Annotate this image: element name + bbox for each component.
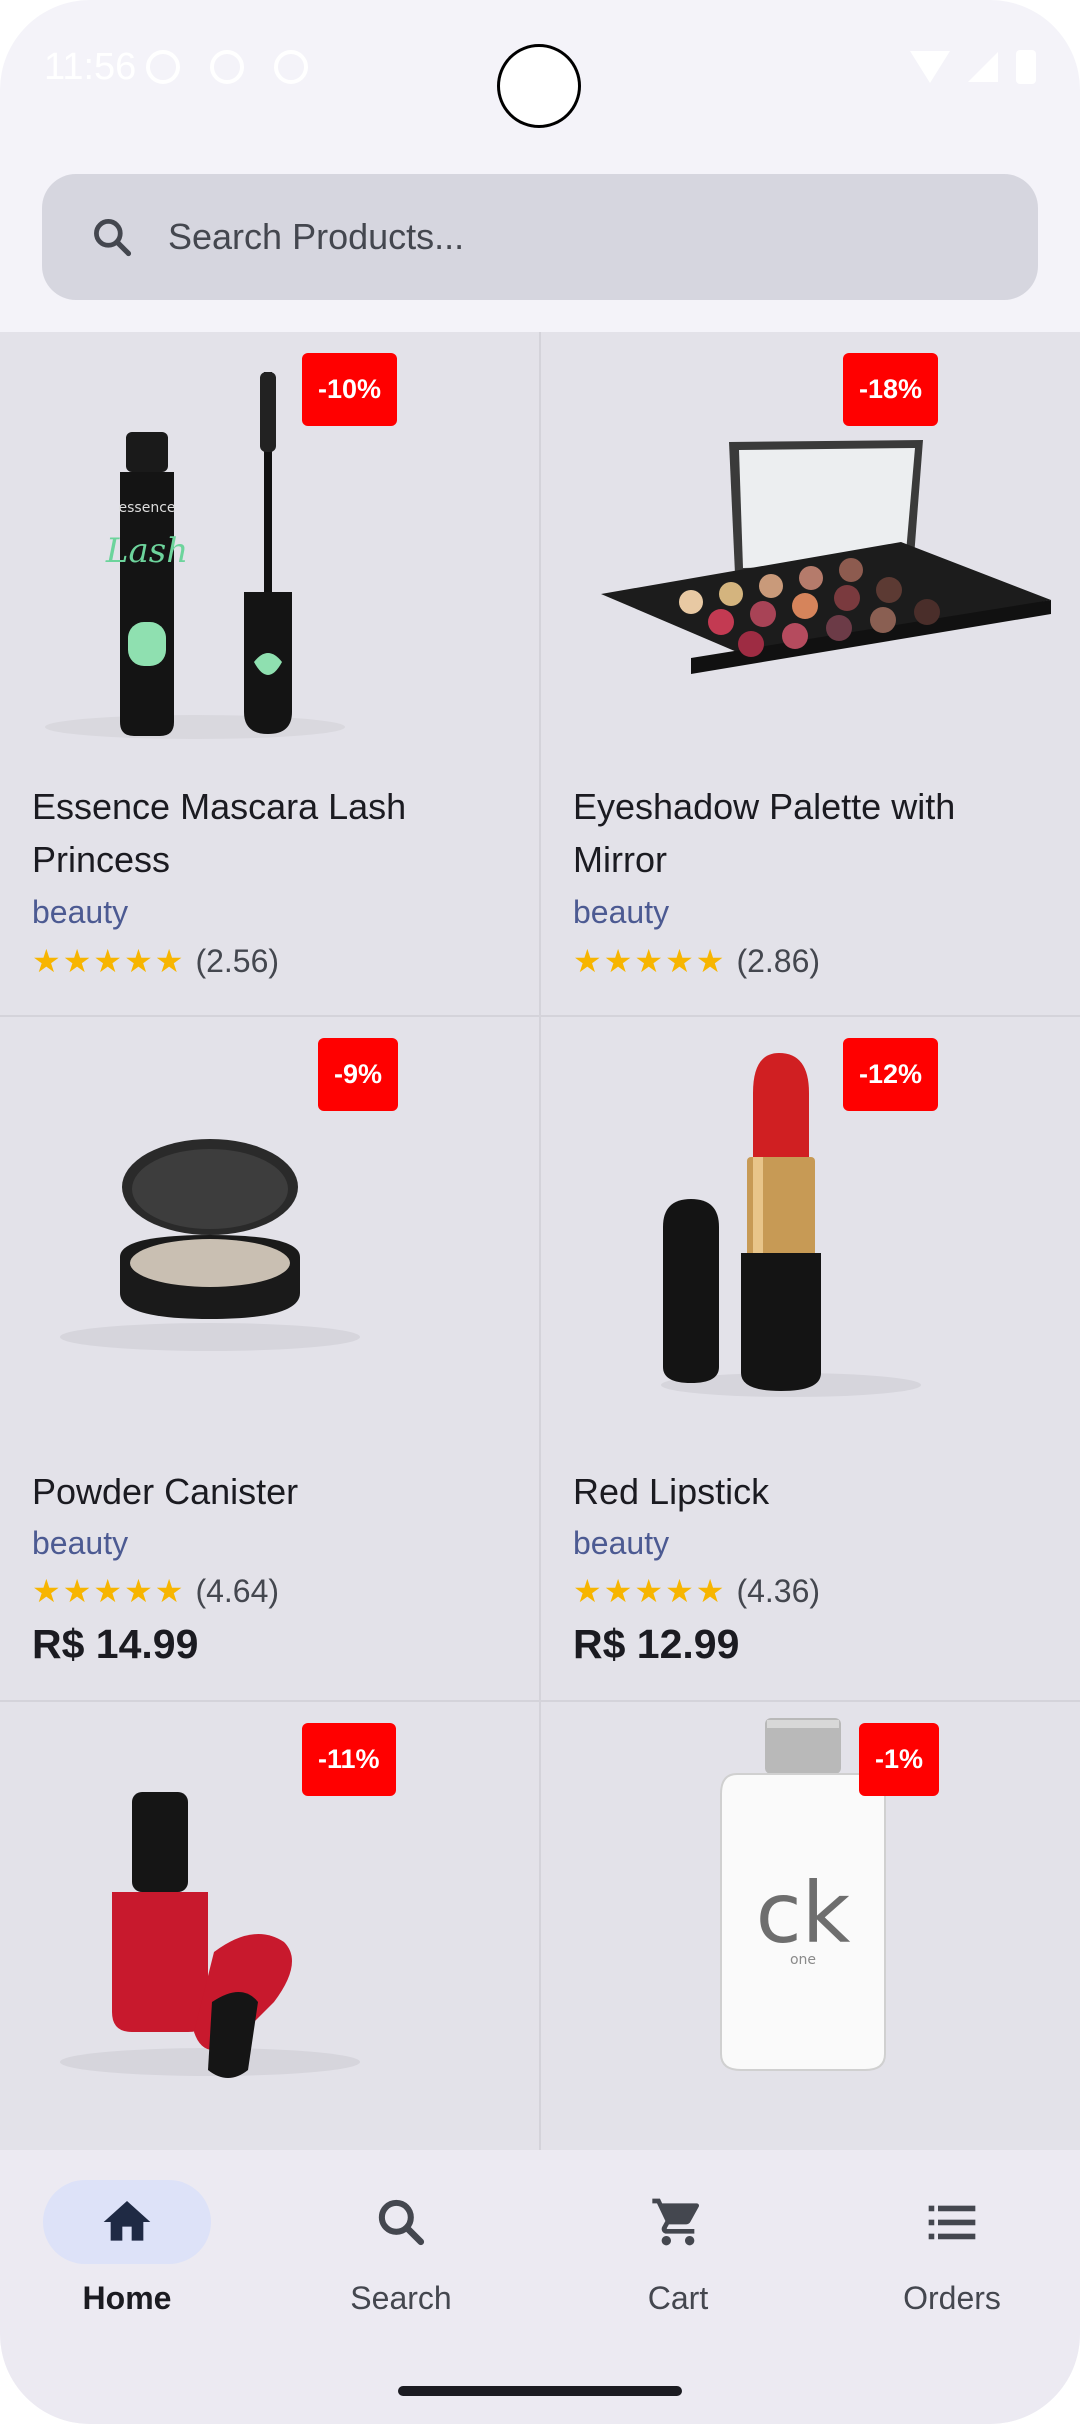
rating-value: (4.36) bbox=[736, 1572, 821, 1609]
product-category: beauty bbox=[32, 894, 129, 930]
nav-home[interactable]: Home bbox=[27, 2180, 227, 2360]
cart-icon bbox=[652, 2198, 700, 2246]
status-time: 11:56 bbox=[44, 46, 137, 88]
wifi-icon bbox=[910, 51, 950, 83]
nav-label: Search bbox=[350, 2280, 452, 2316]
svg-text:essence: essence bbox=[119, 500, 176, 516]
nav-label: Orders bbox=[903, 2280, 1001, 2316]
discount-badge: -9% bbox=[318, 1038, 399, 1111]
discount-badge: -1% bbox=[859, 1723, 940, 1796]
search-icon bbox=[378, 2199, 425, 2246]
status-system-icons bbox=[910, 50, 1036, 84]
discount-badge: -18% bbox=[843, 353, 939, 426]
nav-home-indicator bbox=[43, 2180, 211, 2264]
home-icon bbox=[103, 2201, 151, 2241]
rating-value: (4.64) bbox=[195, 1572, 280, 1609]
product-title: Red Lipstick bbox=[573, 1471, 770, 1512]
search-bar[interactable] bbox=[42, 174, 1038, 300]
bottom-navigation: Home Search Cart Orders bbox=[0, 2150, 1080, 2424]
nav-label: Cart bbox=[647, 2280, 709, 2316]
nail-polish-image bbox=[60, 1792, 360, 2078]
settings-icon bbox=[146, 50, 180, 84]
product-category: beauty bbox=[573, 1525, 670, 1561]
product-rating: ★★★★★ (2.86) bbox=[573, 942, 820, 980]
product-rating: ★★★★★ (2.56) bbox=[32, 942, 279, 980]
app-screen: 11:56 essence Lash bbox=[0, 0, 1080, 2424]
product-category: beauty bbox=[573, 894, 670, 930]
signal-icon bbox=[968, 52, 998, 82]
svg-text:one: one bbox=[790, 1952, 816, 1968]
product-card[interactable]: -9% Powder Canister beauty ★★★★★ (4.64) … bbox=[0, 1017, 539, 1700]
star-rating-icon: ★★★★★ bbox=[32, 943, 186, 979]
svg-text:ck: ck bbox=[756, 1864, 851, 1962]
info-icon bbox=[210, 50, 244, 84]
search-icon bbox=[94, 219, 132, 257]
discount-badge: -12% bbox=[843, 1038, 939, 1111]
status-notification-icons bbox=[146, 50, 308, 84]
powder-canister-image bbox=[60, 1139, 360, 1351]
product-category: beauty bbox=[32, 1525, 129, 1561]
camera-cutout bbox=[497, 44, 581, 128]
product-price: R$ 12.99 bbox=[573, 1621, 740, 1667]
rating-value: (2.86) bbox=[736, 942, 821, 979]
star-rating-icon: ★★★★★ bbox=[573, 943, 727, 979]
nav-cart[interactable]: Cart bbox=[578, 2180, 778, 2360]
star-rating-icon: ★★★★★ bbox=[573, 1573, 727, 1609]
discount-badge: -11% bbox=[302, 1723, 396, 1796]
rating-value: (2.56) bbox=[195, 942, 280, 979]
product-title: Powder Canister bbox=[32, 1471, 299, 1512]
search-input[interactable] bbox=[168, 174, 1008, 300]
star-rating-icon: ★★★★★ bbox=[32, 1573, 186, 1609]
product-rating: ★★★★★ (4.64) bbox=[32, 1572, 279, 1610]
nav-orders[interactable]: Orders bbox=[852, 2180, 1052, 2360]
status-bar: 11:56 bbox=[0, 0, 1080, 140]
product-card[interactable]: -11% bbox=[0, 1702, 539, 2150]
svg-text:Lash: Lash bbox=[105, 531, 188, 571]
eyeshadow-palette-image bbox=[601, 440, 1051, 674]
product-card[interactable]: -18% Eyeshadow Palette with Mirror beaut… bbox=[541, 332, 1080, 1015]
perfume-bottle-image: ck one bbox=[720, 1718, 886, 2071]
list-icon bbox=[928, 2205, 976, 2240]
product-price: R$ 14.99 bbox=[32, 1621, 199, 1667]
nav-label: Home bbox=[82, 2280, 172, 2316]
product-title: Essence Mascara Lash Princess bbox=[32, 786, 407, 880]
gesture-home-bar[interactable] bbox=[398, 2386, 682, 2396]
nav-search[interactable]: Search bbox=[301, 2180, 501, 2360]
product-grid: essence Lash -10% Essence Mascara Lash P… bbox=[0, 332, 1080, 2150]
product-title: Eyeshadow Palette with Mirror bbox=[573, 786, 956, 880]
red-lipstick-image bbox=[661, 1053, 921, 1397]
shield-icon bbox=[274, 50, 308, 84]
product-card[interactable]: ck one -1% bbox=[541, 1702, 1080, 2150]
product-rating: ★★★★★ (4.36) bbox=[573, 1572, 820, 1610]
battery-icon bbox=[1016, 50, 1036, 84]
discount-badge: -10% bbox=[302, 353, 398, 426]
product-card[interactable]: essence Lash -10% Essence Mascara Lash P… bbox=[0, 332, 539, 1015]
mascara-image: essence Lash bbox=[45, 372, 345, 739]
product-card[interactable]: -12% Red Lipstick beauty ★★★★★ (4.36) R$… bbox=[541, 1017, 1080, 1700]
